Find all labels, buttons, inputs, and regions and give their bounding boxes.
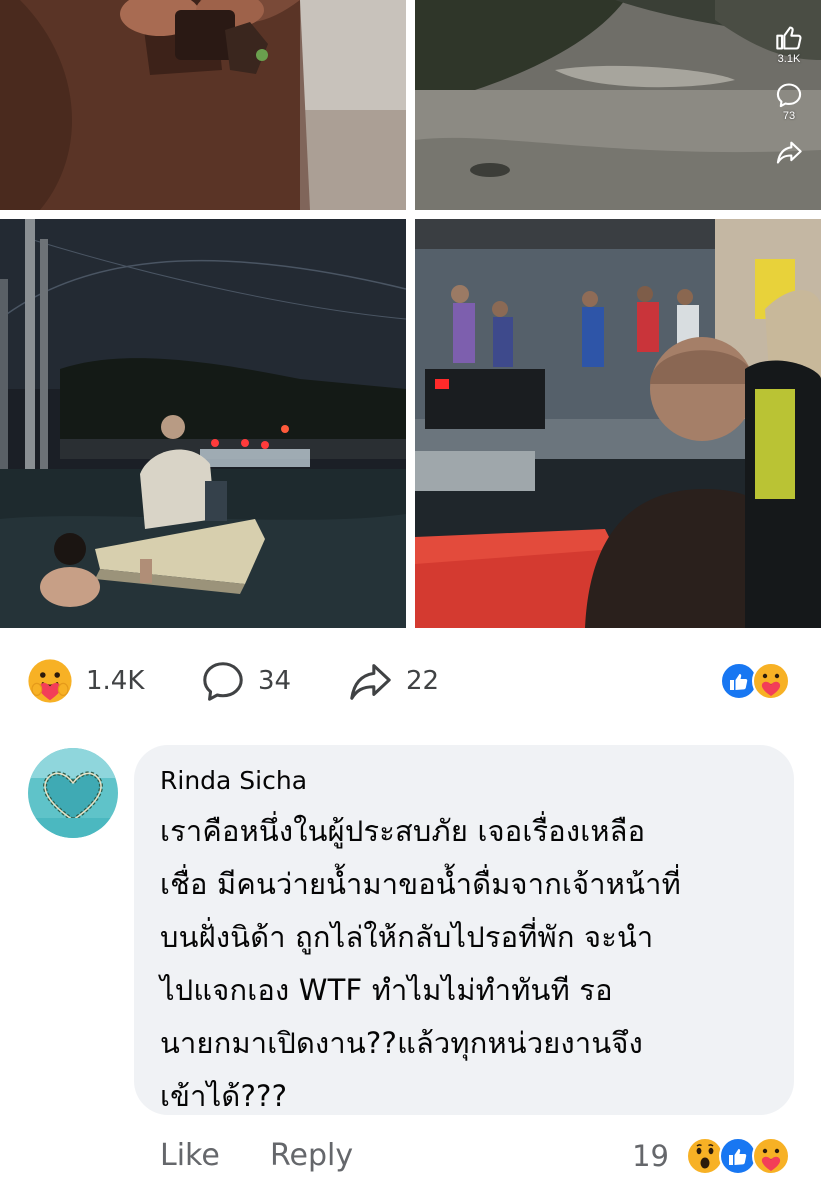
photo-3-image xyxy=(0,219,406,628)
share-icon xyxy=(350,664,391,700)
comment-reply-button[interactable]: Reply xyxy=(270,1128,353,1184)
avatar[interactable] xyxy=(28,748,118,838)
thumbs-up-icon xyxy=(776,26,802,50)
comment-reaction-count: 19 xyxy=(632,1139,669,1173)
post-reaction-bar: 1.4K 34 22 xyxy=(0,650,821,712)
reaction-count: 1.4K xyxy=(86,666,145,696)
reel-share[interactable] xyxy=(775,138,803,166)
react-button[interactable]: 1.4K xyxy=(26,650,144,712)
comment-text: เราคือหนึ่งในผู้ประสบภัย เจอเรื่องเหลือ … xyxy=(160,814,681,1113)
photo-crowd-monk[interactable] xyxy=(415,219,821,628)
photo-flood-water-reel[interactable]: 3.1K 73 xyxy=(415,0,821,210)
care-icon xyxy=(752,662,790,700)
share-button[interactable]: 22 xyxy=(346,650,439,712)
reel-action-column: 3.1K 73 xyxy=(769,24,809,182)
comment-count: 34 xyxy=(258,666,292,696)
photo-person-brown-shirt[interactable] xyxy=(0,0,406,210)
photo-4-image xyxy=(415,219,821,628)
reel-comment-count: 73 xyxy=(782,110,796,122)
reel-like-count: 3.1K xyxy=(777,53,801,65)
avatar-heart-island-image xyxy=(28,748,118,838)
care-icon xyxy=(752,1137,790,1175)
reel-like[interactable]: 3.1K xyxy=(775,24,803,65)
care-icon xyxy=(28,659,72,703)
comment-button[interactable]: 34 xyxy=(200,650,291,712)
photo-grid: 3.1K 73 xyxy=(0,0,821,628)
comment-actions: Like Reply 19 xyxy=(0,1128,821,1184)
reel-comment[interactable]: 73 xyxy=(775,81,803,122)
photo-1-image xyxy=(0,0,406,210)
share-count: 22 xyxy=(406,666,440,696)
photo-2-image xyxy=(415,0,821,210)
comment-icon xyxy=(203,662,243,701)
comment-icon xyxy=(776,83,802,108)
share-icon xyxy=(776,141,802,164)
photo-night-flood-raft[interactable] xyxy=(0,219,406,628)
comment-reaction-summary[interactable] xyxy=(686,1135,791,1177)
comment-author[interactable]: Rinda Sicha xyxy=(160,763,768,799)
comment-like-button[interactable]: Like xyxy=(160,1128,220,1184)
comment-bubble[interactable]: Rinda Sicha เราคือหนึ่งในผู้ประสบภัย เจอ… xyxy=(134,745,794,1115)
reaction-summary[interactable] xyxy=(720,660,791,702)
